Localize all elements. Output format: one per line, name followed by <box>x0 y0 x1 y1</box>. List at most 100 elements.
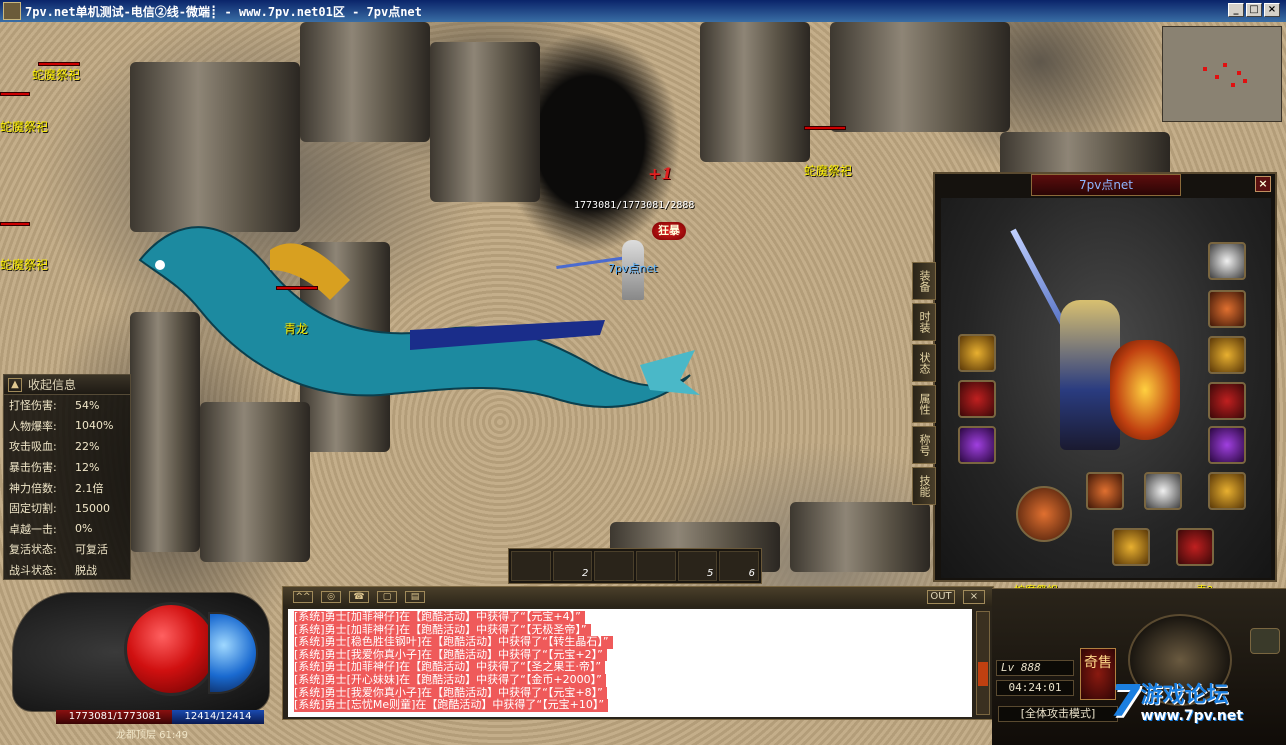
minimap-marker <box>1231 83 1235 87</box>
player-hp-line: 1773081/1773081/2888 <box>574 200 695 211</box>
stat-row: 复活状态: 可复活 <box>4 539 130 560</box>
tab-skills[interactable]: 技能 <box>912 467 936 505</box>
stat-key: 复活状态: <box>9 543 57 557</box>
minimap-marker <box>1215 75 1219 79</box>
necklace-slot[interactable] <box>1208 290 1246 328</box>
bag-icon[interactable] <box>1250 628 1280 654</box>
window-controls: _ □ × <box>1228 3 1280 17</box>
dragon-body <box>138 226 691 408</box>
maximize-button[interactable]: □ <box>1246 3 1262 17</box>
minimize-button[interactable]: _ <box>1228 3 1244 17</box>
skill-hotkey: 6 <box>748 568 756 579</box>
minimap[interactable] <box>1162 26 1282 122</box>
stat-key: 神力倍数: <box>9 481 57 495</box>
clock-display: 04:24:01 <box>996 680 1074 696</box>
skill-slot[interactable]: 2 <box>552 551 593 581</box>
chat-close-button[interactable]: × <box>963 590 985 604</box>
mob-snake-priest[interactable]: 蛇魔祭祀 <box>0 92 48 135</box>
charm-slot[interactable] <box>1112 528 1150 566</box>
stat-key: 暴击伤害: <box>9 461 57 475</box>
character-tabs: 装备 时装 状态 属性 称号 技能 <box>912 262 936 505</box>
mob-snake-priest[interactable]: 蛇魔祭祀 <box>804 126 852 179</box>
ring-right-slot[interactable] <box>1208 426 1246 464</box>
status-hud: 1773081/1773081 12414/12414 龙都顶层 61:49 <box>4 588 280 743</box>
chat-menu-icon[interactable]: ▤ <box>405 591 425 603</box>
chat-expand-icon[interactable]: ^^ <box>293 591 313 603</box>
chat-message: [系统]勇士[忘忧Me则童]在【跑酷活动】中获得了“【元宝+10】” <box>294 699 609 712</box>
stat-row: 神力倍数: 2.1倍 <box>4 477 130 498</box>
stat-value: 22% <box>75 439 100 453</box>
dragon-hp-bar <box>276 286 318 290</box>
chat-out-button[interactable]: OUT <box>927 590 955 604</box>
stat-value: 54% <box>75 398 100 412</box>
stat-key: 攻击吸血: <box>9 440 57 454</box>
close-button[interactable]: × <box>1264 3 1280 17</box>
belt-slot[interactable] <box>1086 472 1124 510</box>
minimap-marker <box>1223 63 1227 67</box>
armor-slot[interactable] <box>958 334 996 372</box>
stat-value: 2.1倍 <box>75 481 104 495</box>
chat-message: [系统]勇士[稳色胜佳钢叶]在【跑酷活动】中获得了“【转生晶石】” <box>294 636 613 649</box>
rock-pillar <box>830 22 1010 132</box>
mob-snake-priest[interactable]: 蛇魔祭祀 <box>32 62 80 83</box>
tab-titles[interactable]: 称号 <box>912 426 936 464</box>
stat-key: 战斗状态: <box>9 564 57 578</box>
mob-hp-bar <box>0 222 30 226</box>
mob-name: 蛇魔祭祀 <box>0 120 49 134</box>
skill-bar: 2 5 6 <box>508 548 762 584</box>
tab-equipment[interactable]: 装备 <box>912 262 936 300</box>
skill-slot[interactable]: 5 <box>677 551 718 581</box>
stat-value: 1040% <box>75 419 114 433</box>
collapse-icon[interactable]: ▲ <box>8 377 22 392</box>
chat-messages[interactable]: [系统]勇士[加菲神仔]在【跑酷活动】中获得了“【元宝+4】” [系统]勇士[加… <box>288 609 972 717</box>
minimap-marker <box>1237 71 1241 75</box>
skill-slot[interactable] <box>511 551 551 581</box>
helmet-slot[interactable] <box>1208 242 1246 280</box>
skill-slot[interactable] <box>636 551 676 581</box>
stat-row: 卓越一击: 0% <box>4 519 130 540</box>
stats-header-label: 收起信息 <box>28 378 77 392</box>
watermark-logo: 7 <box>1110 676 1141 727</box>
hp-value: 1773081/1773081 <box>56 710 174 724</box>
rock-pillar <box>790 502 930 572</box>
chat-phone-icon[interactable]: ☎ <box>349 591 369 603</box>
bracelet-left-slot[interactable] <box>958 380 996 418</box>
stat-key: 人物爆率: <box>9 419 57 433</box>
stat-row: 暴击伤害: 12% <box>4 457 130 478</box>
emblem-slot[interactable] <box>1016 486 1072 542</box>
tab-attributes[interactable]: 属性 <box>912 385 936 423</box>
stat-row: 固定切割: 15000 <box>4 498 130 519</box>
mob-hp-bar <box>0 92 30 96</box>
tab-status[interactable]: 状态 <box>912 344 936 382</box>
tab-fashion[interactable]: 时装 <box>912 303 936 341</box>
mob-hp-bar <box>804 126 846 130</box>
rock-pillar <box>430 42 540 202</box>
ring-left-slot[interactable] <box>958 426 996 464</box>
chat-message: [系统]勇士[加菲神仔]在【跑酷活动】中获得了“【元宝+4】” <box>294 610 585 624</box>
boots-slot[interactable] <box>1208 472 1246 510</box>
skill-slot[interactable] <box>594 551 635 581</box>
chat-box-icon[interactable]: ▢ <box>377 591 397 603</box>
character-panel-close-button[interactable]: × <box>1255 176 1271 192</box>
stat-key: 固定切割: <box>9 502 57 516</box>
stats-header[interactable]: ▲ 收起信息 <box>4 375 130 395</box>
dragon-eye <box>155 260 165 270</box>
watermark-url: www.7pv.net <box>1140 708 1244 724</box>
bracelet-right-slot[interactable] <box>1208 382 1246 420</box>
attack-mode-selector[interactable]: [全体攻击模式] <box>998 706 1118 722</box>
chat-channel-icon[interactable]: ◎ <box>321 591 341 603</box>
skill-slot[interactable]: 6 <box>719 551 760 581</box>
medal-slot[interactable] <box>1208 336 1246 374</box>
blue-dragon[interactable] <box>120 190 700 450</box>
chat-scroll-thumb[interactable] <box>978 662 988 686</box>
player-buff-badge: 狂暴 <box>652 222 686 240</box>
stat-row: 战斗状态: 脱战 <box>4 560 130 581</box>
gem-slot[interactable] <box>1144 472 1182 510</box>
dragon-name: 青龙 <box>284 322 309 336</box>
mob-snake-priest[interactable]: 蛇魔祭祀 <box>0 222 48 273</box>
mount-slot[interactable] <box>1176 528 1214 566</box>
skill-hotkey: 5 <box>706 568 714 579</box>
stat-value: 可复活 <box>75 543 108 557</box>
stat-key: 打怪伤害: <box>9 399 57 413</box>
chat-scrollbar[interactable] <box>976 611 990 715</box>
